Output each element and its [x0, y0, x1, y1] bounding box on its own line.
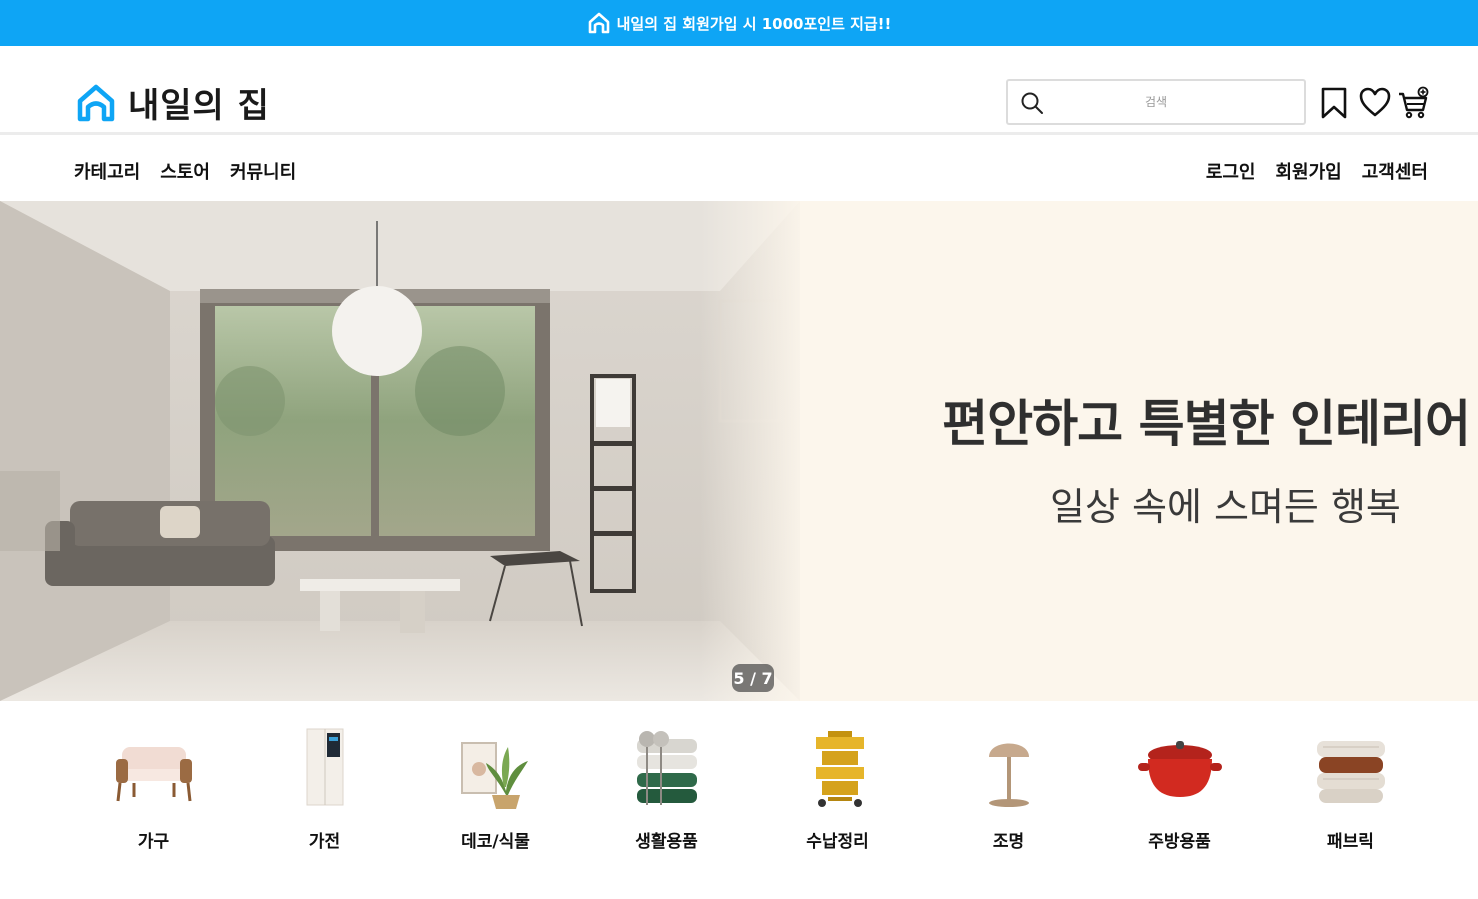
- refrigerator-icon: [306, 728, 343, 806]
- pillows-icon: [1316, 741, 1385, 803]
- search-box[interactable]: [1006, 79, 1306, 125]
- site-header: 내일의 집: [0, 46, 1478, 135]
- brand-name: 내일의 집: [128, 86, 270, 126]
- carousel-pager: 5 / 7: [732, 664, 774, 692]
- hero-fade: [700, 201, 810, 701]
- promo-banner[interactable]: 내일의 집 회원가입 시 1000포인트 지급!!: [0, 0, 1478, 46]
- category-item-appliance[interactable]: 가전: [239, 717, 410, 867]
- sofa-icon: [115, 747, 192, 802]
- bookmark-icon[interactable]: [1318, 86, 1350, 120]
- category-label: 수납정리: [806, 832, 869, 852]
- nav-item-login[interactable]: 로그인: [1206, 158, 1256, 184]
- category-item-storage[interactable]: 수납정리: [752, 717, 923, 867]
- house-icon: [588, 12, 609, 34]
- category-label: 가전: [308, 832, 341, 852]
- plant-icon: [460, 742, 528, 809]
- category-item-furniture[interactable]: 가구: [68, 717, 239, 867]
- nav-item-support[interactable]: 고객센터: [1362, 158, 1428, 184]
- storage-cart-icon: [815, 731, 864, 807]
- hero-subtitle: 일상 속에 스며든 행복: [1050, 485, 1401, 529]
- category-list: 가구 가전 데코/식물 생활용품 수납정리 조명 주방용품 패브릭: [68, 717, 1438, 867]
- nav-item-category[interactable]: 카테고리: [74, 158, 140, 184]
- hero-image: [0, 201, 800, 701]
- category-item-living[interactable]: 생활용품: [581, 717, 752, 867]
- search-icon: [1021, 92, 1043, 114]
- lamp-icon: [988, 743, 1029, 807]
- cart-icon[interactable]: [1398, 86, 1430, 120]
- nav-item-community[interactable]: 커뮤니티: [230, 158, 296, 184]
- nav-item-signup[interactable]: 회원가입: [1276, 158, 1342, 184]
- category-label: 가구: [137, 832, 170, 852]
- category-item-kitchen[interactable]: 주방용품: [1094, 717, 1265, 867]
- heart-icon[interactable]: [1359, 86, 1391, 120]
- nav-item-store[interactable]: 스토어: [160, 158, 210, 184]
- category-label: 조명: [992, 832, 1025, 852]
- pot-icon: [1137, 741, 1222, 797]
- category-item-lighting[interactable]: 조명: [923, 717, 1094, 867]
- house-icon: [77, 84, 115, 121]
- category-item-deco-plant[interactable]: 데코/식물: [410, 717, 581, 867]
- search-input[interactable]: [1008, 81, 1304, 123]
- category-label: 데코/식물: [461, 832, 530, 852]
- category-label: 패브릭: [1327, 832, 1374, 852]
- brand-logo[interactable]: 내일의 집: [76, 78, 270, 127]
- category-label: 생활용품: [635, 832, 698, 852]
- promo-text: 내일의 집 회원가입 시 1000포인트 지급!!: [616, 14, 892, 33]
- category-label: 주방용품: [1148, 832, 1211, 852]
- hero-carousel[interactable]: 편안하고 특별한 인테리어 일상 속에 스며든 행복 5 / 7: [0, 201, 1478, 701]
- main-nav: 카테고리 스토어 커뮤니티 로그인 회원가입 고객센터: [0, 138, 1478, 201]
- towels-icon: [636, 731, 697, 805]
- hero-title: 편안하고 특별한 인테리어: [942, 395, 1471, 453]
- category-item-fabric[interactable]: 패브릭: [1265, 717, 1436, 867]
